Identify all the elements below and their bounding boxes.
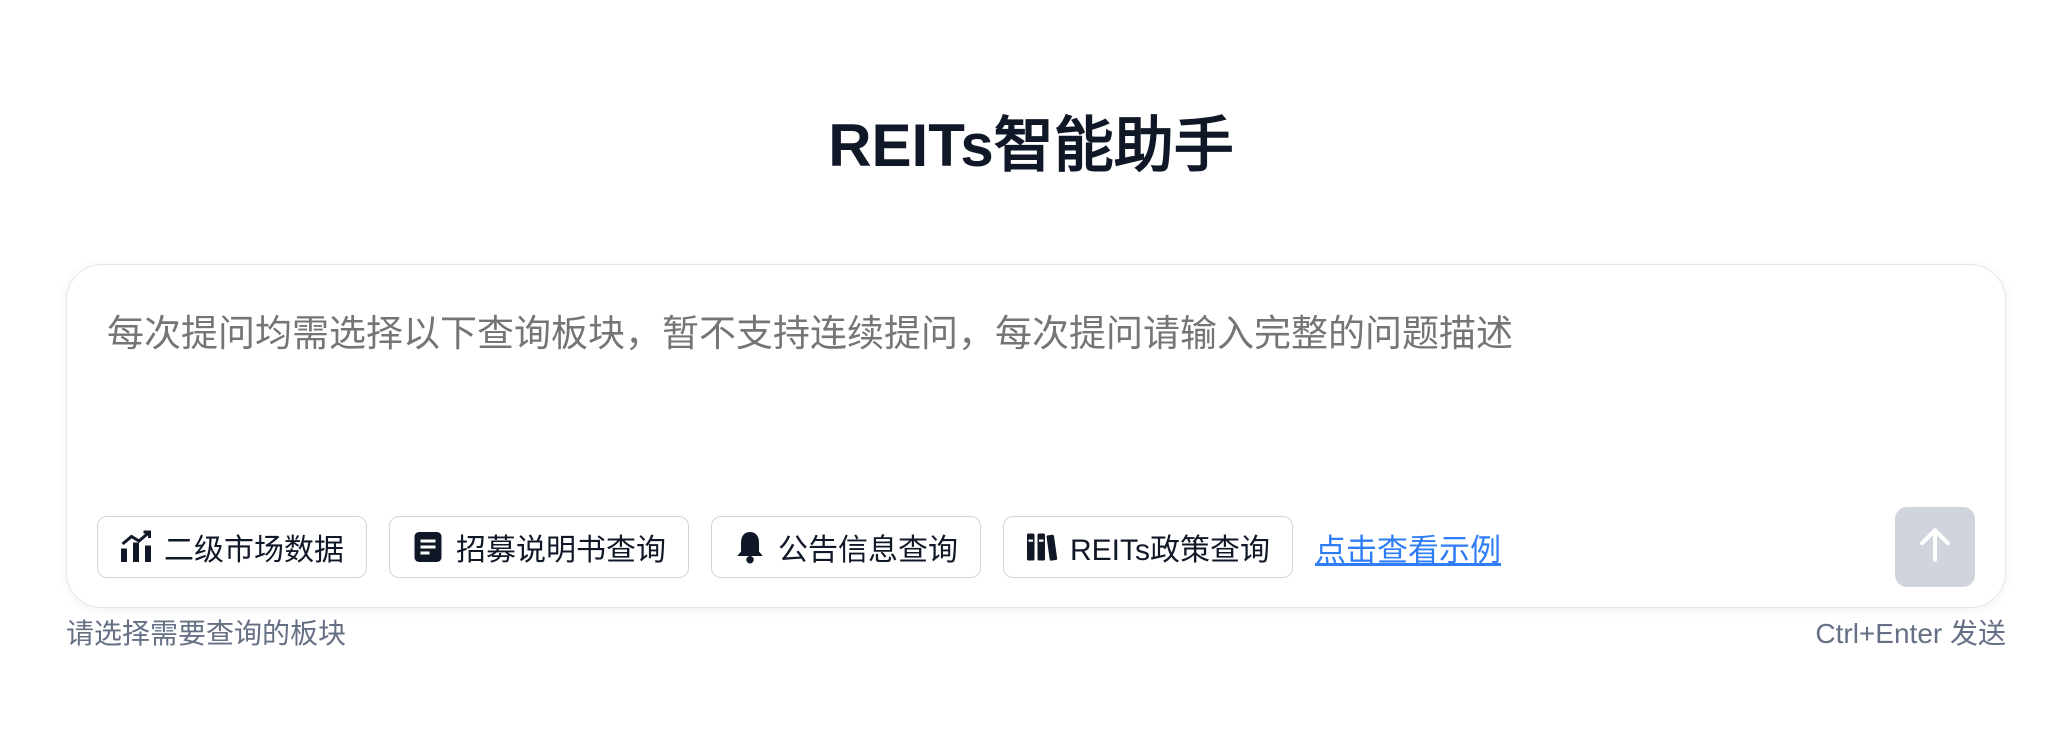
section-hint: 请选择需要查询的板块: [66, 618, 347, 649]
section-chips: 二级市场数据 招募说明书查询 公告信息查询 REITs政策查询 点击查看示例: [97, 515, 1501, 579]
bell-icon: [732, 529, 768, 565]
page-title: REITs智能助手: [828, 112, 1234, 179]
section-chip-policy[interactable]: REITs政策查询: [1003, 516, 1294, 578]
section-chip-label: 公告信息查询: [778, 534, 958, 567]
section-chip-label: REITs政策查询: [1070, 534, 1271, 567]
section-chip-prospectus[interactable]: 招募说明书查询: [389, 516, 689, 578]
query-card: 二级市场数据 招募说明书查询: [66, 264, 2006, 608]
document-icon: [410, 529, 446, 565]
bar-chart-trend-icon: [118, 529, 154, 565]
arrow-up-icon: [1913, 523, 1957, 572]
page: REITs智能助手 二级市场数据: [0, 0, 2062, 730]
section-chip-market-data[interactable]: 二级市场数据: [97, 516, 367, 578]
question-input[interactable]: [107, 309, 1907, 359]
section-chip-label: 招募说明书查询: [456, 534, 666, 567]
books-icon: [1024, 529, 1060, 565]
section-chip-announcements[interactable]: 公告信息查询: [711, 516, 981, 578]
section-chip-label: 二级市场数据: [164, 534, 344, 567]
view-examples-link[interactable]: 点击查看示例: [1315, 525, 1501, 570]
send-button[interactable]: [1895, 507, 1975, 587]
shortcut-hint: Ctrl+Enter 发送: [1815, 618, 2006, 649]
